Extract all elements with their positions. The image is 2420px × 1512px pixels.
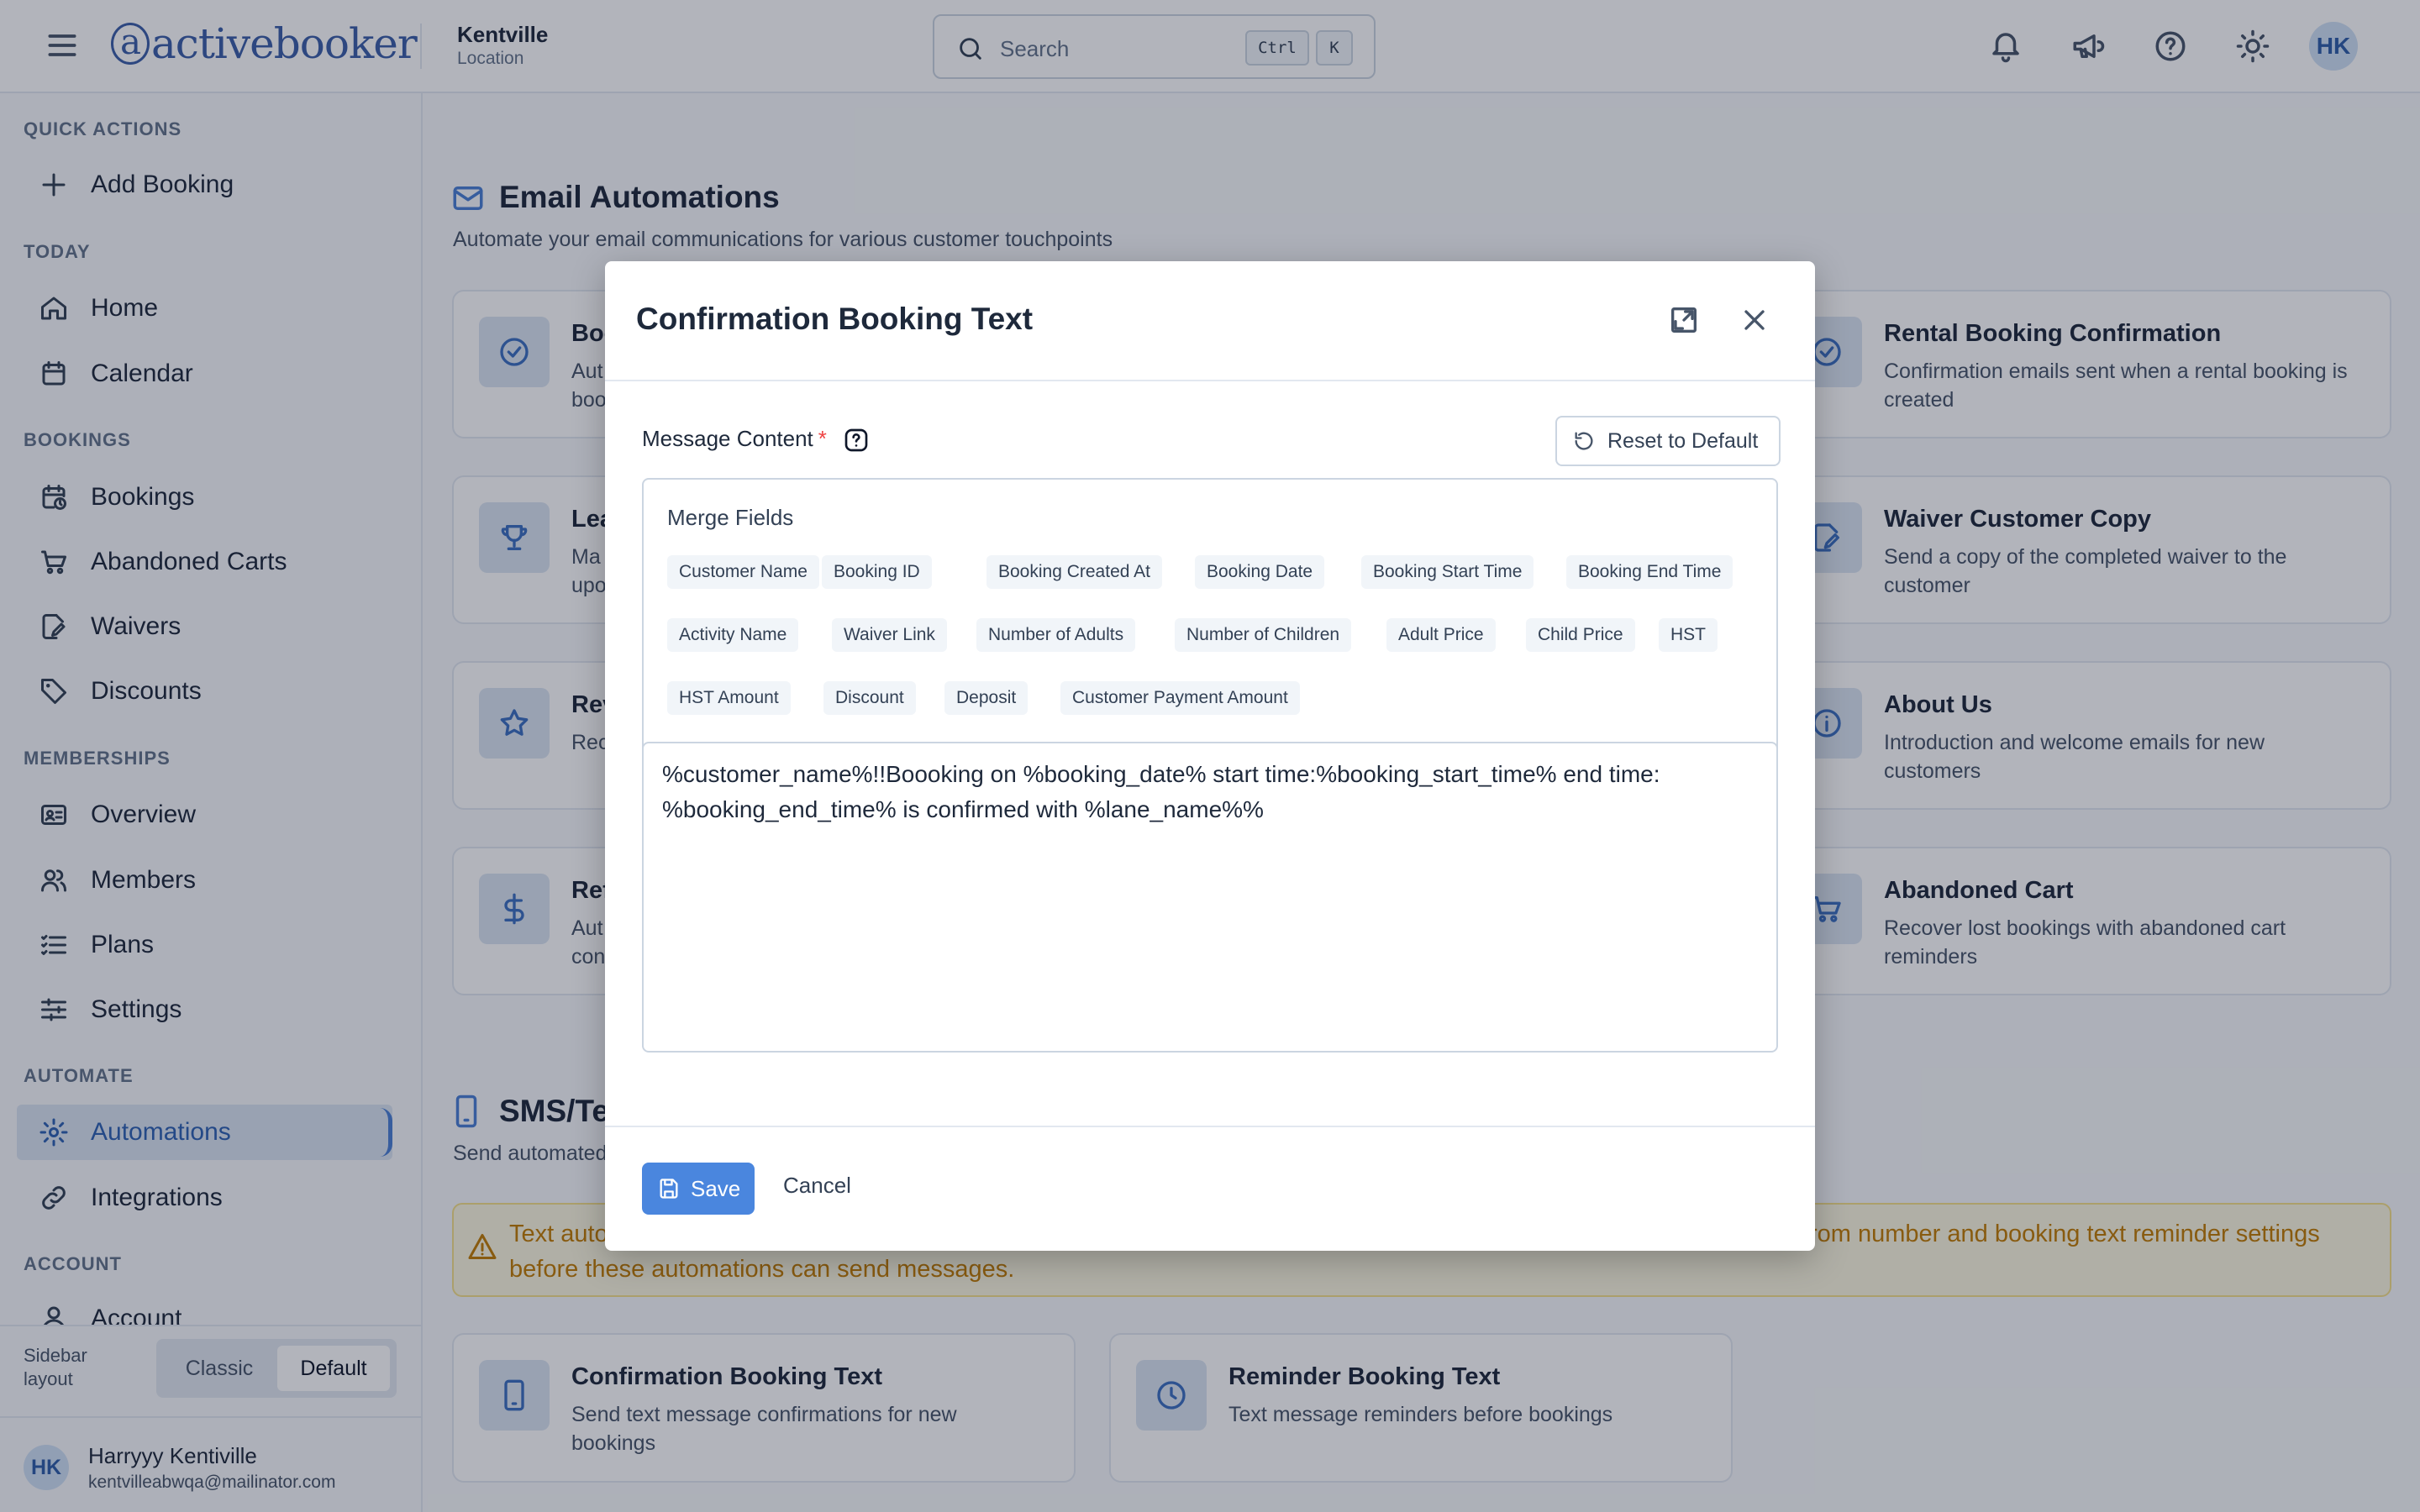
merge-field-chip[interactable]: Booking Created At — [986, 555, 1162, 589]
close-icon[interactable] — [1738, 303, 1771, 337]
message-content-label-text: Message Content — [642, 426, 813, 451]
save-button[interactable]: Save — [642, 1163, 755, 1215]
merge-field-chip[interactable]: Booking ID — [822, 555, 932, 589]
merge-field-chip[interactable]: Number of Children — [1175, 618, 1352, 652]
merge-field-chip[interactable]: HST — [1659, 618, 1718, 652]
message-content-label: Message Content * — [642, 426, 827, 452]
reset-icon — [1572, 429, 1596, 453]
help-icon[interactable] — [843, 427, 870, 454]
merge-field-chip[interactable]: Booking End Time — [1566, 555, 1733, 589]
cancel-button[interactable]: Cancel — [783, 1173, 851, 1199]
merge-field-chip[interactable]: Activity Name — [667, 618, 799, 652]
merge-field-chip[interactable]: HST Amount — [667, 681, 791, 715]
merge-field-chip[interactable]: Customer Name — [667, 555, 819, 589]
merge-field-chip[interactable]: Booking Date — [1195, 555, 1325, 589]
reset-label: Reset to Default — [1607, 428, 1759, 453]
expand-icon[interactable] — [1667, 303, 1701, 337]
message-editor: Merge Fields Customer Name Booking ID Bo… — [642, 478, 1778, 1053]
merge-fields-title: Merge Fields — [667, 505, 794, 530]
reset-to-default-button[interactable]: Reset to Default — [1555, 416, 1781, 466]
merge-field-chip[interactable]: Number of Adults — [976, 618, 1136, 652]
message-textarea[interactable]: %customer_name%!!Boooking on %booking_da… — [642, 742, 1778, 1053]
merge-field-chip[interactable]: Adult Price — [1386, 618, 1496, 652]
modal-title: Confirmation Booking Text — [636, 302, 1034, 336]
merge-field-chip[interactable]: Discount — [823, 681, 916, 715]
merge-field-chip[interactable]: Customer Payment Amount — [1060, 681, 1300, 715]
save-icon — [657, 1177, 681, 1200]
merge-field-chip[interactable]: Booking Start Time — [1361, 555, 1534, 589]
merge-field-chip[interactable]: Waiver Link — [832, 618, 947, 652]
save-label: Save — [691, 1175, 741, 1201]
merge-field-chip[interactable]: Child Price — [1526, 618, 1635, 652]
confirmation-booking-text-dialog: Confirmation Booking Text Message Conten… — [605, 261, 1815, 1251]
required-marker: * — [818, 426, 827, 451]
merge-field-chip[interactable]: Deposit — [944, 681, 1028, 715]
modal-footer-divider — [605, 1126, 1815, 1127]
modal-header-divider — [605, 380, 1815, 381]
